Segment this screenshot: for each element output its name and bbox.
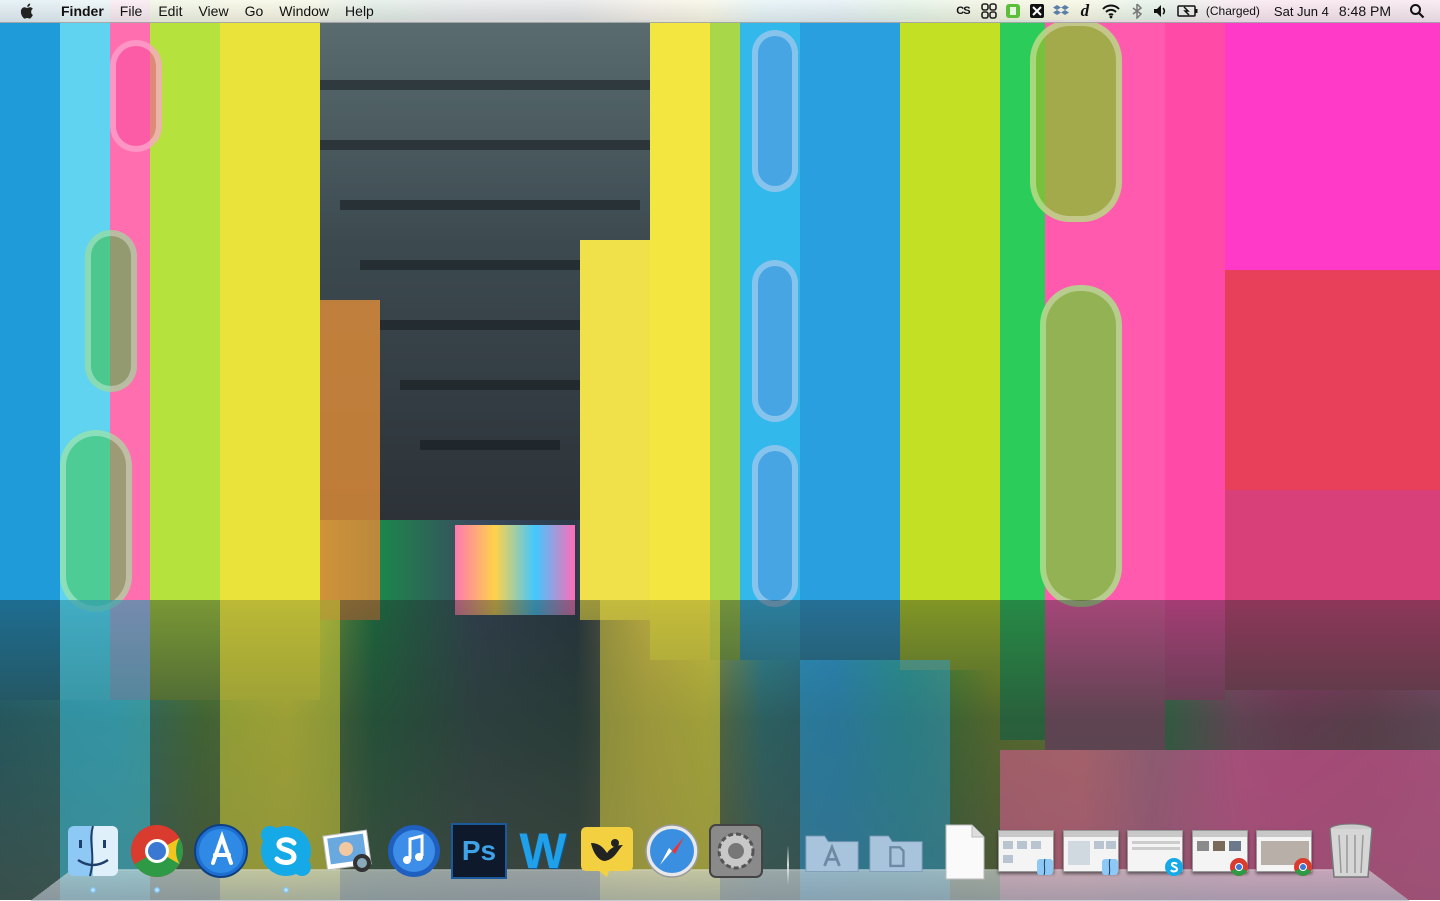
chrome-running-indicator — [154, 887, 160, 893]
iphoto-icon[interactable] — [322, 823, 378, 879]
volume-icon[interactable] — [1152, 3, 1170, 19]
skype-badge-icon — [1164, 857, 1184, 877]
evernote-icon[interactable] — [1004, 3, 1022, 19]
menu-bar: Finder File Edit View Go Window Help CS — [0, 0, 1440, 23]
documents-folder-icon[interactable] — [868, 823, 924, 879]
menubar-time[interactable]: 8:48 PM — [1339, 3, 1391, 19]
menu-help[interactable]: Help — [337, 0, 382, 22]
word-icon[interactable]: W — [515, 823, 571, 879]
finder-icon[interactable] — [65, 823, 121, 879]
dock: Ps W — [0, 815, 1440, 900]
d-label: d — [1081, 1, 1090, 21]
menu-window[interactable]: Window — [271, 0, 337, 22]
spotlight-icon[interactable] — [1408, 3, 1426, 19]
system-preferences-icon[interactable] — [708, 823, 764, 879]
photoshop-label: Ps — [462, 835, 496, 867]
finder-badge-icon — [1100, 857, 1120, 877]
chrome-icon[interactable] — [129, 823, 185, 879]
minimized-chrome-window-1[interactable] — [1192, 823, 1248, 879]
menubar-date[interactable]: Sat Jun 4 — [1274, 4, 1329, 19]
cs-icon[interactable]: CS — [952, 3, 974, 19]
desktop-wallpaper — [0, 0, 1440, 900]
menu-edit[interactable]: Edit — [150, 0, 190, 22]
menu-go[interactable]: Go — [237, 0, 272, 22]
grid-icon[interactable] — [980, 3, 998, 19]
x-icon[interactable] — [1028, 3, 1046, 19]
battery-status-text[interactable]: (Charged) — [1206, 4, 1260, 18]
bluetooth-icon[interactable] — [1128, 3, 1146, 19]
applications-folder-icon[interactable] — [804, 823, 860, 879]
finder-running-indicator — [90, 887, 96, 893]
itunes-icon[interactable] — [386, 823, 442, 879]
minimized-finder-window-1[interactable] — [998, 823, 1054, 879]
finder-badge-icon — [1035, 857, 1055, 877]
apple-logo-icon[interactable] — [19, 2, 37, 20]
skype-running-indicator — [283, 887, 289, 893]
word-label: W — [519, 822, 566, 880]
menu-file[interactable]: File — [112, 0, 151, 22]
dock-separator — [787, 845, 789, 885]
photoshop-icon[interactable]: Ps — [451, 823, 507, 879]
d-icon[interactable]: d — [1076, 3, 1094, 19]
battery-icon[interactable] — [1176, 3, 1200, 19]
cs-label: CS — [956, 5, 969, 17]
minimized-chrome-window-2[interactable] — [1256, 823, 1312, 879]
chrome-badge-icon — [1229, 857, 1249, 877]
dropbox-icon[interactable] — [1052, 3, 1070, 19]
trash-icon[interactable] — [1323, 823, 1379, 879]
menu-app-name[interactable]: Finder — [53, 0, 112, 22]
minimized-skype-window[interactable] — [1127, 823, 1183, 879]
menu-view[interactable]: View — [190, 0, 236, 22]
twitter-icon[interactable] — [579, 823, 635, 879]
skype-icon[interactable] — [258, 823, 314, 879]
document-stack-icon[interactable] — [936, 823, 992, 879]
minimized-finder-window-2[interactable] — [1063, 823, 1119, 879]
app-store-icon[interactable] — [193, 823, 249, 879]
chrome-badge-icon — [1293, 857, 1313, 877]
safari-icon[interactable] — [644, 823, 700, 879]
wifi-icon[interactable] — [1100, 3, 1122, 19]
